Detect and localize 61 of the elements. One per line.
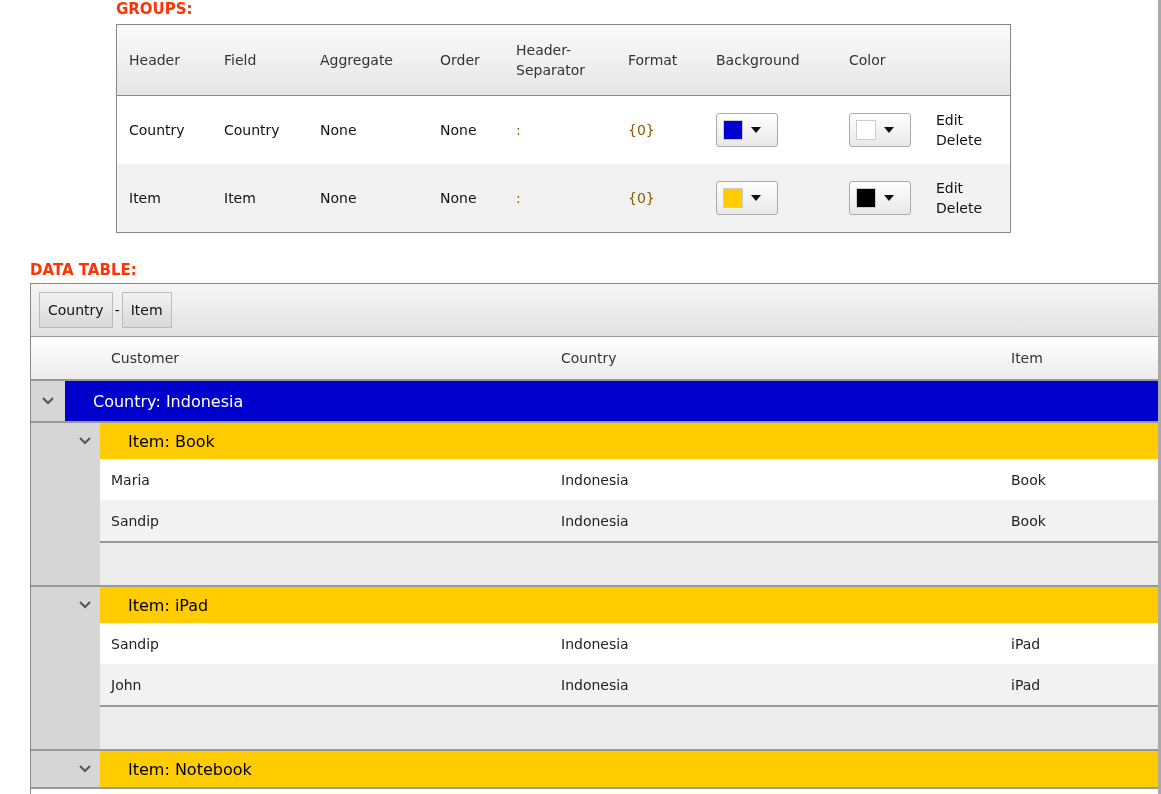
table-cell: Item — [129, 190, 161, 206]
chip-separator: - — [114, 302, 120, 318]
color-picker[interactable] — [849, 181, 911, 215]
chevron-down-icon — [78, 764, 92, 774]
column-header: Color — [849, 51, 886, 70]
table-cell: None — [440, 122, 477, 138]
table-cell: Indonesia — [561, 512, 629, 529]
table-cell: Book — [1011, 471, 1046, 488]
table-cell: Indonesia — [561, 635, 629, 652]
group-header: Item: Notebook — [100, 751, 1158, 787]
color-picker[interactable] — [716, 181, 778, 215]
table-cell: : — [516, 190, 521, 206]
table-cell: : — [516, 122, 521, 138]
group-header: Item: Book — [100, 423, 1158, 459]
column-header: Country — [561, 349, 618, 368]
group-header: Item: iPad — [100, 587, 1158, 623]
dropdown-arrow-icon — [751, 195, 761, 201]
column-header: Customer — [111, 349, 180, 368]
table-cell: iPad — [1011, 676, 1041, 693]
table-cell: None — [320, 122, 357, 138]
table-cell: None — [320, 190, 357, 206]
table-cell: Sandip — [111, 512, 159, 529]
dropdown-arrow-icon — [751, 127, 761, 133]
table-cell: Book — [1011, 512, 1046, 529]
column-header: Item — [1011, 349, 1044, 368]
table-cell: Country — [129, 122, 185, 138]
table-cell: John — [111, 676, 142, 693]
table-cell: Item — [224, 190, 256, 206]
action-link[interactable]: Edit — [936, 110, 964, 130]
section-title: DATA TABLE: — [30, 261, 137, 279]
action-link[interactable]: Delete — [936, 130, 982, 150]
column-header: Format — [628, 51, 678, 70]
group-chip[interactable]: Item — [121, 292, 172, 328]
table-cell: {0} — [628, 190, 655, 206]
column-header: Header- Separator — [516, 41, 586, 80]
group-header: Country: Indonesia — [65, 381, 1158, 421]
table-cell: {0} — [628, 122, 655, 138]
column-header: Aggregate — [320, 51, 393, 70]
table-cell: Indonesia — [561, 676, 629, 693]
table-cell: Country — [224, 122, 280, 138]
action-link[interactable]: Delete — [936, 198, 982, 218]
table-cell: Maria — [111, 471, 150, 488]
dropdown-arrow-icon — [884, 195, 894, 201]
color-picker[interactable] — [716, 113, 778, 147]
expander-button[interactable] — [31, 381, 65, 421]
action-link[interactable]: Edit — [936, 178, 964, 198]
chevron-down-icon — [78, 600, 92, 610]
column-header: Background — [716, 51, 800, 70]
column-header: Field — [224, 51, 257, 70]
table-cell: Indonesia — [561, 471, 629, 488]
dropdown-arrow-icon — [884, 127, 894, 133]
table-cell: iPad — [1011, 635, 1041, 652]
column-header: Order — [440, 51, 480, 70]
chevron-down-icon — [78, 436, 92, 446]
color-picker[interactable] — [849, 113, 911, 147]
chevron-down-icon — [41, 396, 55, 406]
table-cell: Sandip — [111, 635, 159, 652]
group-chip[interactable]: Country — [39, 292, 113, 328]
section-title: GROUPS: — [116, 0, 193, 18]
table-cell: None — [440, 190, 477, 206]
column-header: Header — [129, 51, 180, 70]
